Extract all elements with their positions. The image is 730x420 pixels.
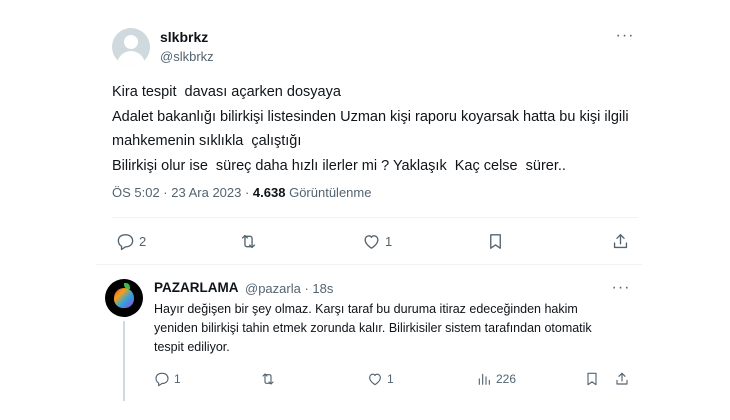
like-button[interactable]: 1 [367,368,394,390]
share-button[interactable] [611,230,630,252]
like-count: 1 [387,372,394,386]
reply-button[interactable]: 2 [116,230,146,252]
views-icon [478,373,490,385]
retweet-button[interactable] [260,368,280,390]
like-count: 1 [385,233,393,249]
share-icon [613,233,628,248]
divider [96,264,642,265]
reply-count: 2 [139,233,147,249]
views-count: 4.638 [252,185,286,200]
default-avatar-body [117,51,145,66]
share-icon [616,372,628,385]
like-icon [364,234,379,249]
apple-logo-icon [114,288,134,308]
avatar[interactable] [112,28,150,66]
main-tweet: slkbrkz @slkbrkz ··· Kira tespit davası … [0,0,730,266]
retweet-icon [241,234,256,248]
more-options-icon[interactable]: ··· [610,279,632,297]
like-icon [369,373,381,386]
timestamp[interactable]: ÖS 5:02 · 23 Ara 2023 · [112,185,253,200]
share-button[interactable] [614,368,630,390]
reply-actions: 1 1 226 [154,368,634,388]
retweet-button[interactable] [239,230,262,252]
reply-count: 1 [174,372,181,386]
default-avatar-head [124,35,138,49]
tweet-meta: ÖS 5:02 · 23 Ara 2023 · 4.638 Görüntülen… [112,185,371,200]
more-options-icon[interactable]: ··· [614,27,636,45]
bookmark-icon [490,233,501,249]
views-label: Görüntülenme [285,185,372,200]
author-name[interactable]: slkbrkz [160,29,208,45]
author-handle[interactable]: @slkbrkz [160,49,214,64]
divider [112,217,638,218]
reply-author-meta[interactable]: @pazarla · 18s [245,281,333,296]
avatar[interactable] [105,279,143,317]
tweet-actions: 2 1 [112,230,637,254]
views-count: 226 [496,372,517,386]
views-button[interactable]: 226 [476,368,516,390]
reply-text: Hayır değişen bir şey olmaz. Karşı taraf… [154,302,592,354]
like-button[interactable]: 1 [362,230,392,252]
bookmark-icon [587,372,597,386]
thread-line [123,321,125,401]
reply-icon [155,372,169,387]
bookmark-button[interactable] [584,368,600,390]
bookmark-button[interactable] [486,230,505,252]
reply-button[interactable]: 1 [154,368,181,390]
retweet-icon [262,373,274,385]
reply-author-name[interactable]: PAZARLAMA [154,280,239,295]
tweet-text: Kira tespit davası açarken dosyaya Adale… [112,84,629,174]
reply-icon [117,233,134,250]
